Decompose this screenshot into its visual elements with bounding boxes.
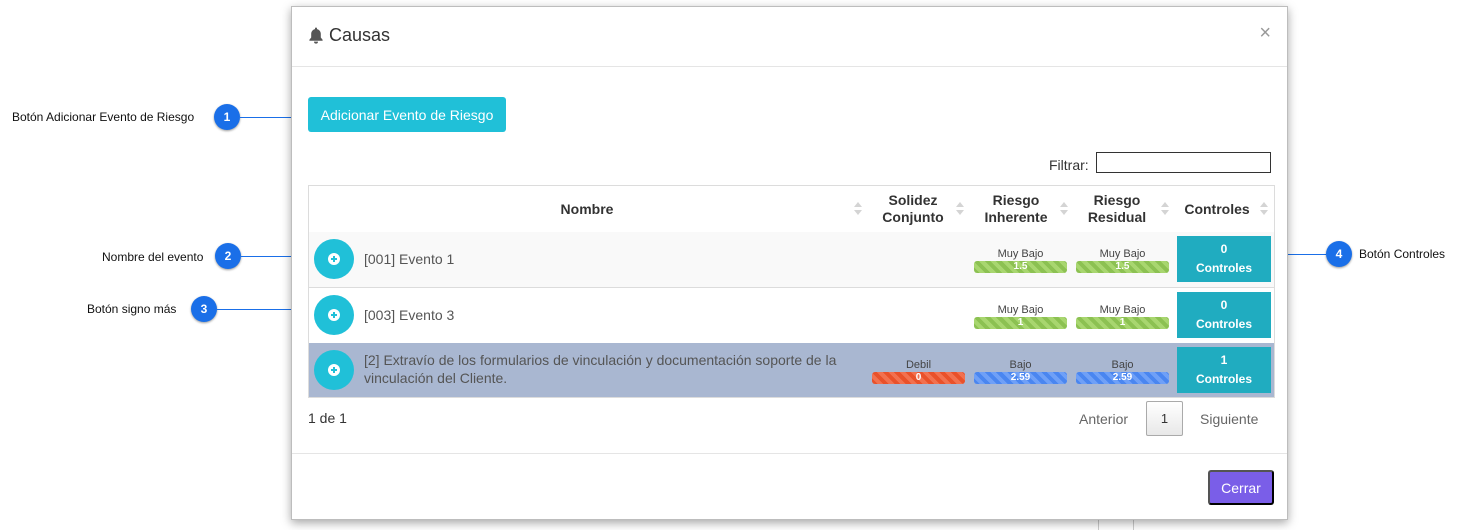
close-icon[interactable]: × xyxy=(1259,23,1271,43)
modal-footer-divider xyxy=(292,453,1287,454)
pagination-page-1[interactable]: 1 xyxy=(1146,401,1183,436)
modal-header: Causas × xyxy=(292,7,1287,67)
plus-icon xyxy=(328,309,340,321)
controles-count: 1 xyxy=(1220,353,1228,367)
sort-icon[interactable] xyxy=(1060,202,1068,216)
annotation-1-badge: 1 xyxy=(214,104,240,130)
filter-input[interactable] xyxy=(1096,152,1271,173)
annotation-1-text: Botón Adicionar Evento de Riesgo xyxy=(12,110,195,124)
risk-level-label: Bajo xyxy=(1111,359,1134,371)
controles-button[interactable]: 1 Controles xyxy=(1177,347,1271,393)
riesgo-inherente-cell: Muy Bajo 1 xyxy=(974,304,1067,329)
controles-label: Controles xyxy=(1195,261,1252,275)
column-header-inherente[interactable]: Riesgo Inherente xyxy=(973,186,1059,232)
annotation-2-badge: 2 xyxy=(215,243,241,269)
pagination-info: 1 de 1 xyxy=(308,410,347,426)
pagination-previous[interactable]: Anterior xyxy=(1079,411,1128,427)
expand-plus-button[interactable] xyxy=(314,239,354,279)
event-name: [2] Extravío de los formularios de vincu… xyxy=(364,352,837,386)
column-header-residual[interactable]: Riesgo Residual xyxy=(1074,186,1160,232)
controles-count: 0 xyxy=(1220,298,1228,312)
risk-bar: 1.5 xyxy=(1076,261,1169,273)
solidez-conjunto-cell: Debil 0 xyxy=(872,359,965,384)
sort-icon[interactable] xyxy=(854,202,862,216)
table-header: Nombre Solidez Conjunto Riesgo Inherente… xyxy=(309,186,1274,233)
riesgo-residual-cell: Muy Bajo 1 xyxy=(1076,304,1169,329)
annotation-3-text: Botón signo más xyxy=(87,302,177,316)
risk-bar: 2.59 xyxy=(1076,372,1169,384)
risk-level-label: Muy Bajo xyxy=(1099,304,1146,316)
sort-icon[interactable] xyxy=(956,202,964,216)
modal-title: Causas xyxy=(329,25,391,45)
risk-bar: 1 xyxy=(1076,317,1169,329)
event-name: [003] Evento 3 xyxy=(364,307,455,323)
plus-icon xyxy=(328,253,340,265)
risk-level-label: Muy Bajo xyxy=(997,248,1044,260)
causas-modal: Causas × Adicionar Evento de Riesgo Filt… xyxy=(291,6,1288,520)
riesgo-residual-cell: Muy Bajo 1.5 xyxy=(1076,248,1169,273)
expand-plus-button[interactable] xyxy=(314,350,354,390)
sort-icon[interactable] xyxy=(1260,202,1268,216)
cerrar-button[interactable]: Cerrar xyxy=(1208,470,1274,505)
filter-label: Filtrar: xyxy=(1049,157,1089,173)
risk-level-label: Muy Bajo xyxy=(1099,248,1146,260)
column-header-nombre[interactable]: Nombre xyxy=(309,186,865,232)
risk-bar: 2.59 xyxy=(974,372,1067,384)
event-name: [001] Evento 1 xyxy=(364,251,455,267)
solidez-label: Debil xyxy=(905,359,932,371)
risk-bar: 1 xyxy=(974,317,1067,329)
pagination-next[interactable]: Siguiente xyxy=(1200,411,1258,427)
sort-icon[interactable] xyxy=(1161,202,1169,216)
risk-level-label: Bajo xyxy=(1009,359,1032,371)
add-risk-event-button[interactable]: Adicionar Evento de Riesgo xyxy=(308,97,506,132)
annotation-2-text: Nombre del evento xyxy=(102,250,204,264)
riesgo-residual-cell: Bajo 2.59 xyxy=(1076,359,1169,384)
solidez-bar: 0 xyxy=(872,372,965,384)
riesgo-inherente-cell: Bajo 2.59 xyxy=(974,359,1067,384)
controles-button[interactable]: 0 Controles xyxy=(1177,236,1271,282)
controles-label: Controles xyxy=(1195,372,1252,386)
expand-plus-button[interactable] xyxy=(314,295,354,335)
column-header-solidez[interactable]: Solidez Conjunto xyxy=(870,186,956,232)
risk-level-label: Muy Bajo xyxy=(997,304,1044,316)
bell-icon xyxy=(309,27,323,44)
controles-button[interactable]: 0 Controles xyxy=(1177,292,1271,338)
plus-icon xyxy=(328,364,340,376)
controles-label: Controles xyxy=(1195,317,1252,331)
annotation-3-badge: 3 xyxy=(191,296,217,322)
table-row[interactable]: [001] Evento 1 Muy Bajo 1.5 Muy Bajo 1.5… xyxy=(309,232,1274,288)
causes-table: Nombre Solidez Conjunto Riesgo Inherente… xyxy=(308,185,1275,398)
annotation-4-badge: 4 xyxy=(1326,241,1352,267)
risk-bar: 1.5 xyxy=(974,261,1067,273)
table-row[interactable]: [003] Evento 3 Muy Bajo 1 Muy Bajo 1 0 C… xyxy=(309,288,1274,344)
table-row-selected[interactable]: [2] Extravío de los formularios de vincu… xyxy=(309,343,1274,397)
riesgo-inherente-cell: Muy Bajo 1.5 xyxy=(974,248,1067,273)
annotation-4-text: Botón Controles xyxy=(1359,247,1446,261)
column-header-controles[interactable]: Controles xyxy=(1177,186,1257,232)
controles-count: 0 xyxy=(1220,242,1228,256)
